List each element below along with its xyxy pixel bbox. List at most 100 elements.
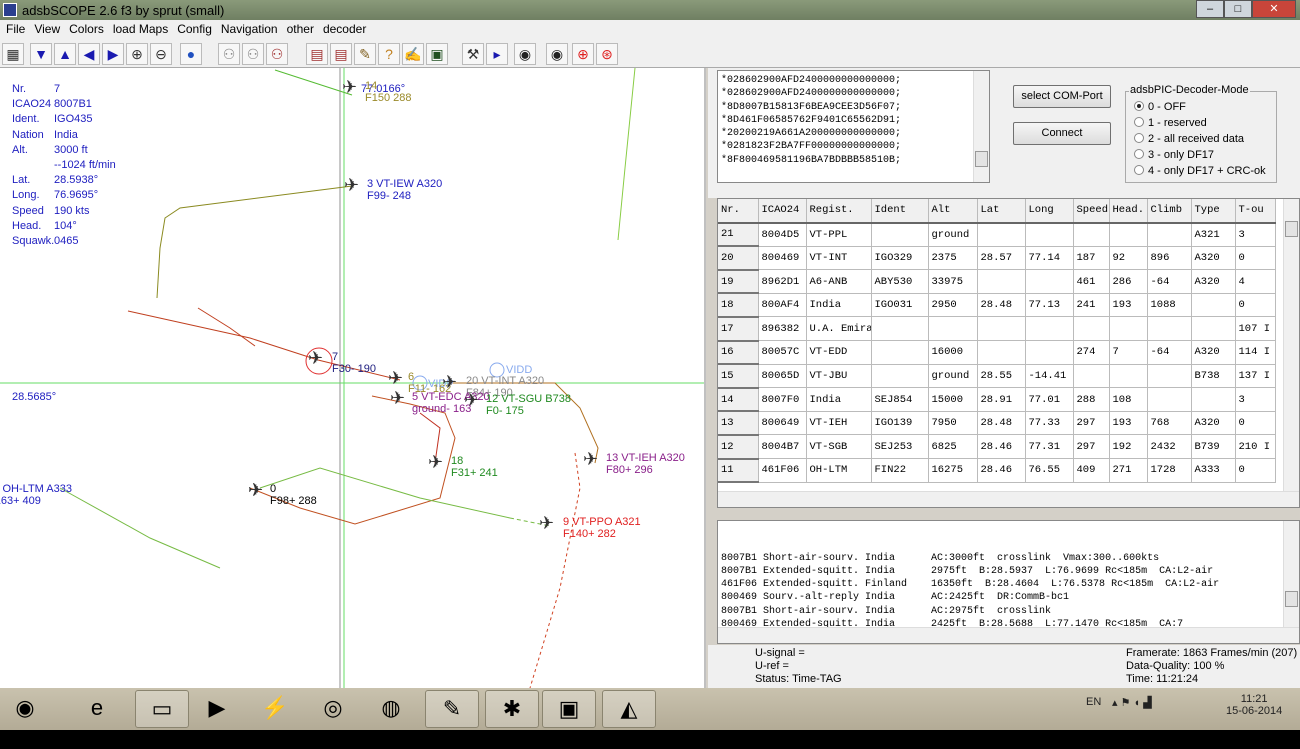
column-header[interactable]: Ident [871,199,929,224]
aircraft-label[interactable]: 12 VT-SGU B738 [486,393,571,405]
crosshair2-icon[interactable]: ⊛ [596,43,618,65]
aircraft-icon[interactable]: ✈ [308,349,323,367]
raw-scrollbar[interactable] [973,71,989,182]
column-header[interactable]: Type [1191,199,1236,224]
column-header[interactable]: ICAO24 [758,199,807,224]
aircraft-label[interactable]: 13 VT-IEH A320 [606,452,685,464]
tools-icon[interactable]: ⚒ [462,43,484,65]
satellite-dish-icon[interactable]: ◭ [602,690,656,728]
radio-button[interactable] [1134,117,1144,127]
menu-load-maps[interactable]: load Maps [111,20,175,40]
wifi-icon[interactable]: ◎ [306,690,360,728]
chart-icon[interactable]: ▤ [306,43,328,65]
crosshair-icon[interactable]: ⊕ [572,43,594,65]
help-icon[interactable]: ? [378,43,400,65]
network-icon[interactable]: ⚇ [218,43,240,65]
menu-decoder[interactable]: decoder [321,20,373,40]
table-icon[interactable]: ▦ [2,43,24,65]
internet-explorer-icon[interactable]: e [70,690,124,728]
menu-config[interactable]: Config [175,20,219,40]
column-header[interactable]: Alt [928,199,978,224]
aircraft-icon[interactable]: ✈ [464,391,479,409]
table-row[interactable]: 14 8007F0 India SEJ854 15000 28.91 77.01 288 108… [718,387,1276,413]
aircraft-label[interactable]: 9 VT-PPO A321 [563,516,641,528]
decoder-mode-option[interactable]: 0 - OFF [1134,101,1186,113]
decoder-mode-option[interactable]: 4 - only DF17 + CRC-ok [1134,165,1266,177]
menu-file[interactable]: File [4,20,32,40]
language-indicator[interactable]: EN [1086,696,1101,708]
arrow-left-icon[interactable]: ◀ [78,43,100,65]
radio-device-icon[interactable]: ▣ [542,690,596,728]
media-player-icon[interactable]: ▶ [190,690,244,728]
activity-monitor-icon[interactable]: ⚡ [248,690,302,728]
aircraft-label[interactable]: 20 VT-INT A320 [466,375,544,387]
column-header[interactable]: Nr. [718,199,759,224]
radio-button[interactable] [1134,165,1144,175]
column-header[interactable]: Lat [977,199,1026,224]
table-row[interactable]: 21 8004D5 VT-PPL ground A321 3 [718,222,1276,248]
select-com-port-button[interactable]: select COM-Port [1013,85,1111,108]
column-header[interactable]: Speed [1073,199,1110,224]
record-icon[interactable]: ◉ [514,43,536,65]
table-row[interactable]: 13 800649 VT-IEH IGO139 7950 28.48 77.33 297 193… [718,411,1276,436]
network3-icon[interactable]: ⚇ [266,43,288,65]
radio-button[interactable] [1134,133,1144,143]
record2-icon[interactable]: ◉ [546,43,568,65]
aircraft-icon[interactable]: ✈ [390,389,405,407]
decoder-mode-option[interactable]: 3 - only DF17 [1134,149,1214,161]
monitor-icon[interactable]: ▣ [426,43,448,65]
aircraft-icon[interactable]: ✈ [248,481,263,499]
aircraft-icon[interactable]: ✈ [428,453,443,471]
table-row[interactable]: 20 800469 VT-INT IGO329 2375 28.57 77.14 187 92 8… [718,246,1276,271]
play-icon[interactable]: ▸ [486,43,508,65]
radar-map[interactable]: Nr. 7 ICAO24 8007B1 Ident. IGO435 Nation India A… [0,68,706,688]
arrow-up-icon[interactable]: ▲ [54,43,76,65]
radio-button[interactable] [1134,101,1144,111]
column-header[interactable]: Long [1025,199,1074,224]
aircraft-table[interactable]: Nr. ICAO24 Regist. Ident Alt Lat Long Speed Head… [717,198,1300,508]
menu-colors[interactable]: Colors [67,20,111,40]
aircraft-icon[interactable]: ✈ [344,176,359,194]
table-row[interactable]: 15 80065D VT-JBU ground 28.55 -14.41 B738 137 I [718,364,1276,389]
chart2-icon[interactable]: ▤ [330,43,352,65]
menu-navigation[interactable]: Navigation [219,20,285,40]
red-app-icon[interactable]: ✱ [485,690,539,728]
table-row[interactable]: 18 800AF4 India IGO031 2950 28.48 77.13 241 193 1… [718,293,1276,318]
aircraft-icon[interactable]: ✈ [583,450,598,468]
maximize-button[interactable]: □ [1224,0,1252,18]
decoder-mode-option[interactable]: 1 - reserved [1134,117,1207,129]
paint-icon[interactable]: ✎ [425,690,479,728]
start-orb-icon[interactable]: ◉ [0,690,50,728]
table-row[interactable]: 16 80057C VT-EDD 16000 274 7 -64 A320 114 I [718,340,1276,366]
menu-view[interactable]: View [32,20,67,40]
column-header[interactable]: Climb [1147,199,1192,224]
aircraft-icon[interactable]: ✈ [539,514,554,532]
table-row[interactable]: 19 8962D1 A6-ANB ABY530 33975 461 286 -64 A320 4 [718,269,1276,295]
notepad-icon[interactable]: ✍ [402,43,424,65]
tray-icons[interactable]: ▴ ⚑ ◖ ▟ [1112,696,1152,709]
log-hscroll[interactable] [718,627,1299,643]
table-hscroll[interactable] [718,491,1299,507]
minimize-button[interactable]: – [1196,0,1224,18]
connect-button[interactable]: Connect [1013,122,1111,145]
network2-icon[interactable]: ⚇ [242,43,264,65]
table-row[interactable]: 17 896382 U.A. Emira 107 I [718,316,1276,342]
column-header[interactable]: Regist. [806,199,872,224]
aircraft-label[interactable]: 3 VT-IEW A320 [367,178,442,190]
aircraft-label[interactable]: 18 [451,455,463,467]
decoder-mode-option[interactable]: 2 - all received data [1134,133,1244,145]
aircraft-icon[interactable]: ✈ [442,373,457,391]
globe-icon[interactable]: ● [180,43,202,65]
column-header[interactable]: T-ou [1235,199,1276,224]
table-row[interactable]: 12 8004B7 VT-SGB SEJ253 6825 28.46 77.31 297 192… [718,434,1276,460]
raw-message-box[interactable]: *028602900AFD2400000000000000; *028602900… [717,70,990,183]
aircraft-icon[interactable]: ✈ [388,369,403,387]
aircraft-icon[interactable]: ✈ [342,78,357,96]
arrow-right-icon[interactable]: ▶ [102,43,124,65]
table-vscroll[interactable] [1283,199,1299,493]
clock[interactable]: 11:21 15-06-2014 [1226,693,1282,717]
decoded-log[interactable]: 8007B1 Short-air-sourv. India AC:3000ft … [717,520,1300,644]
zoom-in-icon[interactable]: ⊕ [126,43,148,65]
file-explorer-icon[interactable]: ▭ [135,690,189,728]
table-row[interactable]: 11 461F06 OH-LTM FIN22 16275 28.46 76.55 409 271… [718,458,1276,484]
